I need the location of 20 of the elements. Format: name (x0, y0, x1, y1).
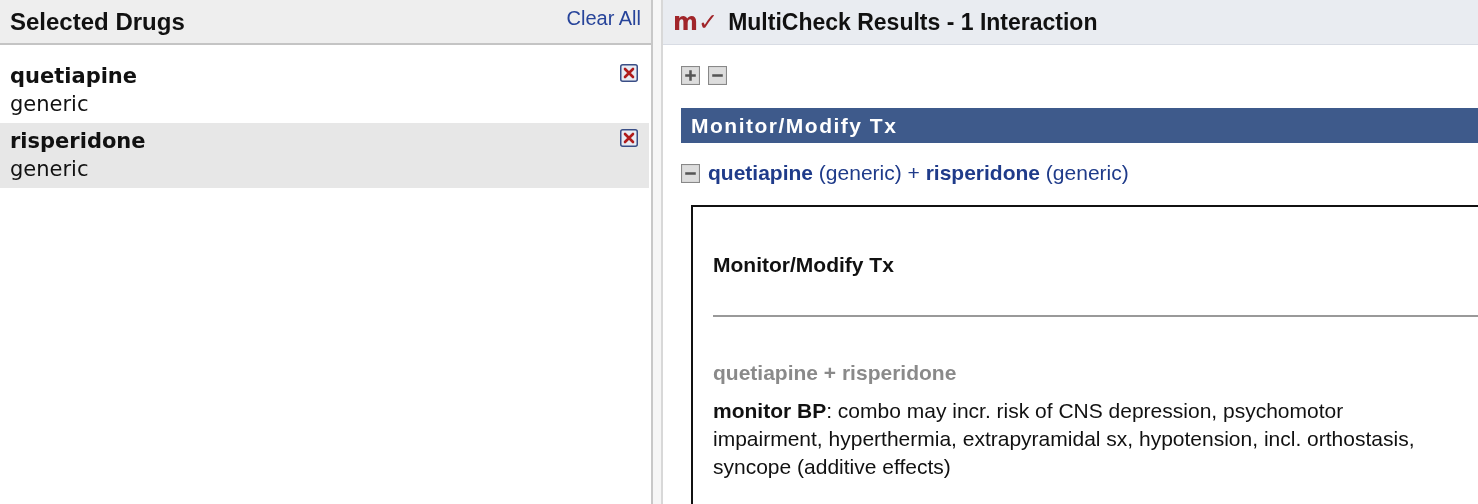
clear-all-link[interactable]: Clear All (566, 7, 641, 30)
remove-icon[interactable] (620, 129, 638, 147)
expand-all-icon[interactable] (681, 66, 700, 85)
interaction-link[interactable]: quetiapine (generic) + risperidone (generic) (708, 161, 1129, 185)
drug-type: generic (10, 91, 90, 118)
collapse-all-icon[interactable] (708, 66, 727, 85)
drug-type: generic (10, 156, 90, 183)
panel-title: Selected Drugs (10, 7, 185, 36)
detail-title: Monitor/Modify Tx (713, 253, 895, 277)
detail-description: monitor BP: combo may incr. risk of CNS depression, psychomotor impairment, hyperthermia, extrapyramidal sx, hypotension, incl. orthostasis, syncope (additive effects) (713, 398, 1416, 480)
drug-row[interactable]: quetiapine generic (0, 58, 649, 123)
detail-subtitle: quetiapine + risperidone (713, 361, 958, 385)
collapse-icon[interactable] (681, 163, 700, 183)
results-title: MultiCheck Results - 1 Interaction (728, 8, 1098, 36)
section-heading: Monitor/Modify Tx (691, 113, 898, 138)
drug-name: risperidone (10, 128, 146, 155)
logo: m✓ (673, 8, 719, 36)
drug-row[interactable]: risperidone generic (0, 123, 649, 188)
remove-icon[interactable] (620, 64, 638, 82)
drug-name: quetiapine (10, 63, 138, 90)
